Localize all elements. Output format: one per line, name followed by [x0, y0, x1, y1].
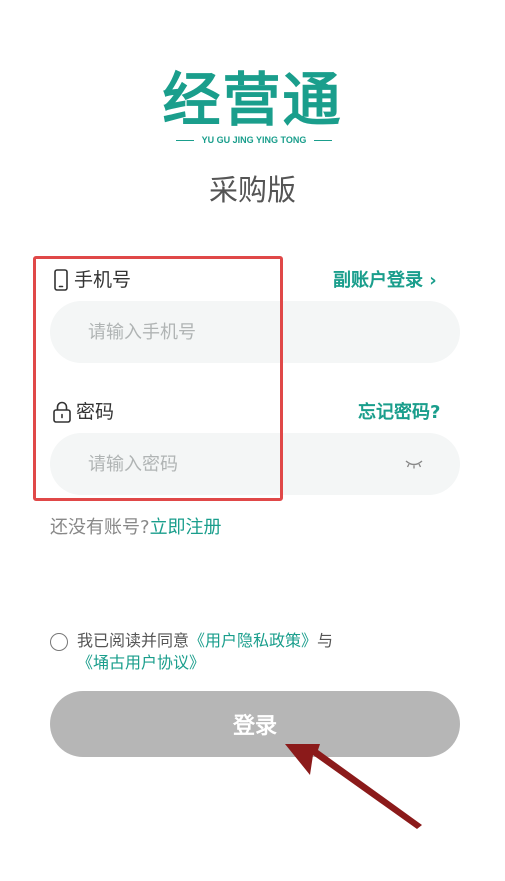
agreement-text: 我已阅读并同意《用户隐私政策》与《埇古用户协议》: [77, 630, 460, 674]
eye-closed-icon[interactable]: [404, 458, 424, 470]
logo-divider-left: [175, 139, 194, 141]
user-agreement-link[interactable]: 《埇古用户协议》: [77, 653, 205, 672]
edition-title: 采购版: [208, 173, 296, 207]
register-link[interactable]: 立即注册: [150, 517, 222, 538]
logo-divider-right: [314, 139, 333, 141]
forgot-password-link[interactable]: 忘记密码?: [358, 401, 440, 425]
privacy-policy-link[interactable]: 《用户隐私政策》: [189, 631, 317, 650]
app-logo-subtitle-row: YU GU JING YING TONG: [168, 132, 340, 148]
radio-unchecked-icon[interactable]: [50, 633, 68, 651]
app-logo-title: 经营通: [162, 66, 343, 134]
agreement-row: 我已阅读并同意《用户隐私政策》与《埇古用户协议》: [50, 630, 460, 674]
agreement-prefix: 我已阅读并同意: [77, 631, 190, 650]
register-prompt: 还没有账号?: [50, 517, 150, 538]
register-row: 还没有账号?立即注册: [50, 514, 222, 542]
agreement-and: 与: [317, 631, 334, 650]
sub-account-login-link[interactable]: 副账户登录 ›: [333, 269, 437, 293]
app-logo-subtitle: YU GU JING YING TONG: [201, 135, 307, 145]
highlight-box: [33, 256, 283, 501]
login-button[interactable]: 登录: [50, 691, 460, 757]
